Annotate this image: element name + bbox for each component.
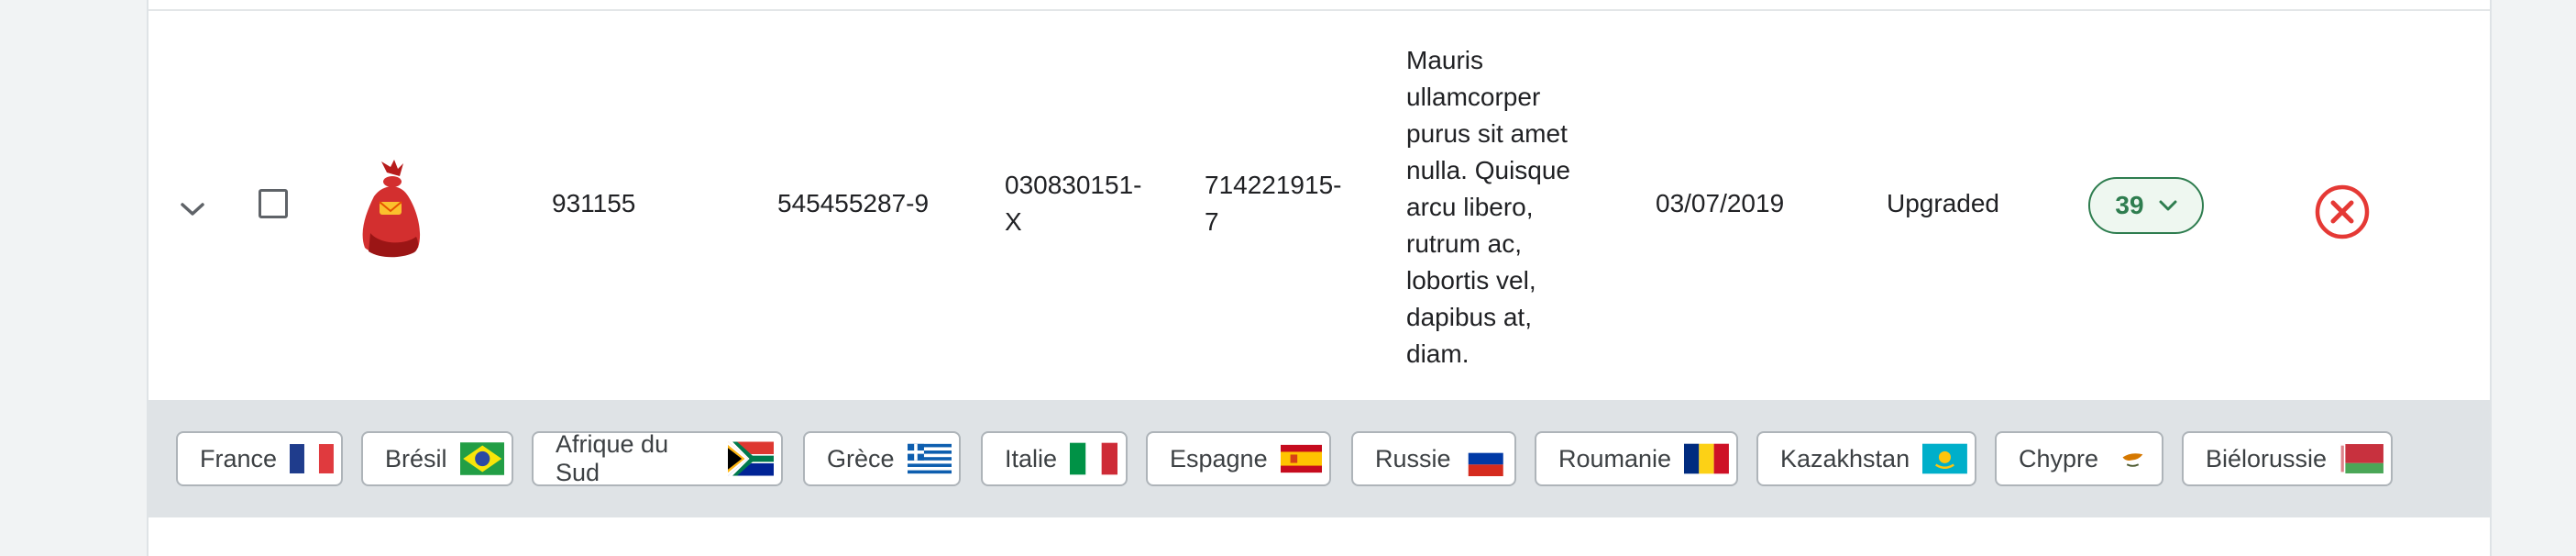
expand-row-button[interactable]	[174, 191, 211, 228]
country-label: Espagne	[1170, 444, 1268, 473]
country-label: France	[200, 444, 278, 473]
cell-description: Mauris ullamcorper purus sit amet nulla.…	[1406, 42, 1590, 373]
description-line: rutrum ac,	[1406, 229, 1523, 258]
product-thumbnail	[362, 160, 421, 258]
country-label: Russie	[1375, 444, 1451, 473]
description-line: dapibus at,	[1406, 303, 1532, 331]
country-label: Kazakhstan	[1780, 444, 1910, 473]
country-tag-chypre[interactable]: Chypre	[1995, 431, 2163, 486]
chevron-down-icon	[181, 203, 204, 216]
country-tag-kazakhstan[interactable]: Kazakhstan	[1756, 431, 1976, 486]
south-africa-flag-icon	[727, 441, 774, 476]
cell-code-a: 545455287-9	[777, 189, 930, 217]
cell-id: 931155	[552, 189, 636, 217]
description-line: diam.	[1406, 339, 1470, 368]
romania-flag-icon	[1684, 443, 1729, 474]
country-tag-grece[interactable]: Grèce	[803, 431, 961, 486]
country-tag-roumanie[interactable]: Roumanie	[1535, 431, 1738, 486]
country-label: Grèce	[827, 444, 895, 473]
row-select-checkbox[interactable]	[259, 189, 288, 218]
belarus-flag-icon	[2339, 444, 2383, 473]
country-tag-afrique-du-sud[interactable]: Afrique du Sud	[532, 430, 783, 486]
country-tag-bielorussie[interactable]: Biélorussie	[2182, 431, 2393, 486]
count-dropdown[interactable]: 39	[2088, 177, 2204, 234]
country-tag-russie[interactable]: Russie	[1351, 431, 1516, 486]
spain-flag-icon	[1280, 444, 1322, 473]
country-label: Brésil	[385, 444, 447, 473]
count-value: 39	[2115, 191, 2144, 219]
cyprus-flag-icon	[2111, 444, 2154, 473]
table-panel: 931155 545455287-9 030830151- X 71422191…	[147, 0, 2492, 556]
next-row-placeholder	[149, 517, 2490, 556]
cell-date: 03/07/2019	[1656, 189, 1785, 217]
cell-code-b: 030830151- X	[1005, 167, 1141, 240]
country-tag-bar: France Brésil Afrique du Sud Grèce Itali…	[149, 400, 2490, 517]
country-label: Biélorussie	[2206, 444, 2328, 473]
country-label: Roumanie	[1558, 444, 1672, 473]
description-line: purus sit amet	[1406, 119, 1568, 148]
country-tag-bresil[interactable]: Brésil	[361, 431, 513, 486]
cell-code-c: 714221915- 7	[1205, 167, 1341, 240]
russia-flag-icon	[1468, 441, 1503, 476]
description-line: arcu libero,	[1406, 193, 1534, 221]
country-label: Italie	[1005, 444, 1058, 473]
cell-code-b-line-1: 030830151-	[1005, 171, 1142, 199]
description-line: ullamcorper	[1406, 83, 1541, 111]
cell-status: Upgraded	[1887, 189, 1999, 217]
country-tag-italie[interactable]: Italie	[981, 431, 1128, 486]
country-label: Afrique du Sud	[556, 430, 669, 486]
france-flag-icon	[290, 444, 334, 473]
italy-flag-icon	[1070, 442, 1118, 475]
chevron-down-icon	[2159, 200, 2177, 211]
description-line: Mauris	[1406, 46, 1484, 74]
country-tag-espagne[interactable]: Espagne	[1146, 431, 1331, 486]
cell-code-c-line-1: 714221915-	[1205, 171, 1342, 199]
cell-code-b-line-2: X	[1005, 207, 1022, 236]
country-label: Chypre	[2019, 444, 2099, 473]
table-row: 931155 545455287-9 030830151- X 71422191…	[149, 11, 2490, 400]
kazakhstan-flag-icon	[1922, 443, 1967, 474]
country-tag-france[interactable]: France	[176, 431, 343, 486]
cell-code-c-line-2: 7	[1205, 207, 1219, 236]
description-line: nulla. Quisque	[1406, 156, 1571, 184]
close-circle-icon[interactable]	[2314, 183, 2371, 240]
greece-flag-icon	[907, 443, 952, 474]
description-line: lobortis vel,	[1406, 266, 1536, 295]
brazil-flag-icon	[459, 442, 504, 475]
